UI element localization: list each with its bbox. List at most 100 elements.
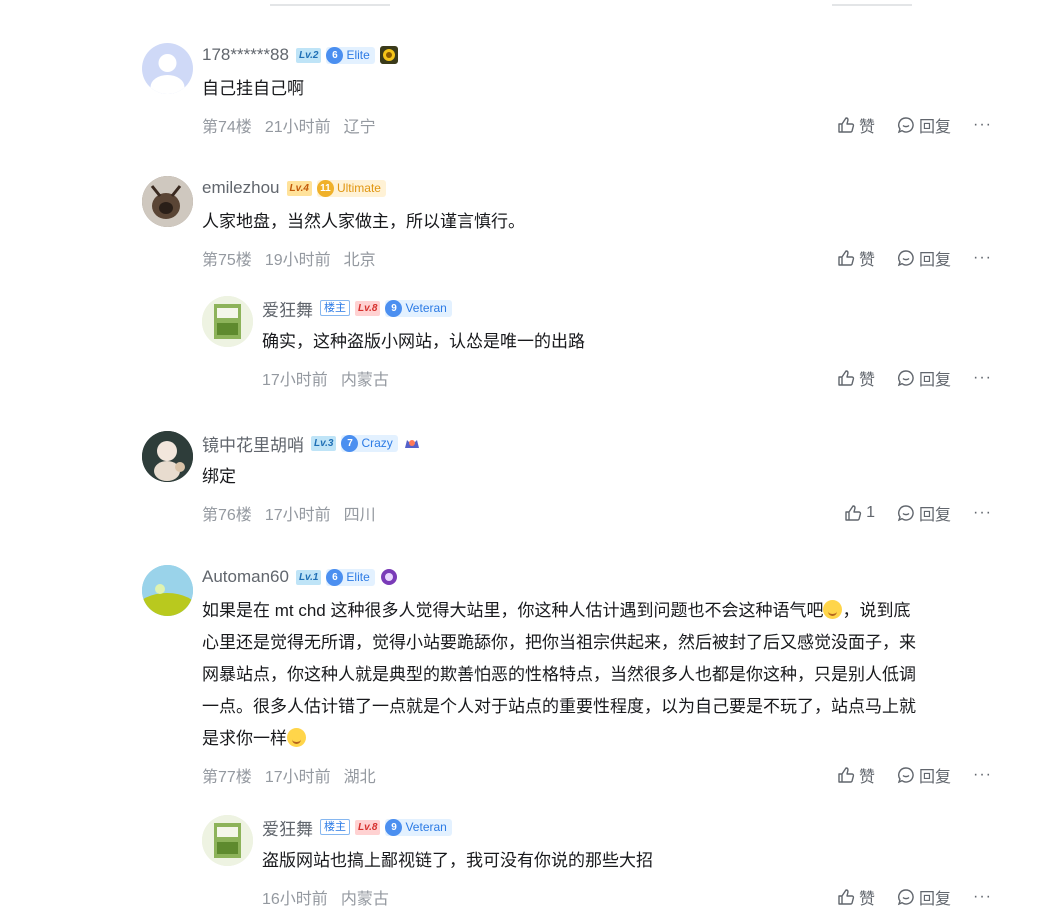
comment-time: 16小时前 (262, 891, 328, 908)
comment-time: 21小时前 (264, 119, 331, 136)
medal-number: 11 (316, 179, 334, 197)
like-label: 赞 (858, 891, 875, 908)
more-options-button[interactable]: ··· (973, 888, 992, 906)
op-badge: 楼主 (320, 819, 350, 835)
reply-label: 回复 (919, 507, 952, 524)
reply-text: 确实，这种盗版小网站，认怂是唯一的出路 (262, 332, 585, 351)
reply-label: 回复 (919, 252, 952, 269)
comment-time: 17小时前 (262, 372, 328, 389)
reply-item: 爱狂舞 楼主 Lv.8 9 Veteran 盗版网站也搞上鄙视链了，我可没有你说的… (202, 815, 1002, 909)
username[interactable]: 爱狂舞 (262, 296, 313, 321)
like-button[interactable]: 赞 (821, 246, 875, 270)
avatar[interactable] (142, 565, 193, 616)
medal-badge: 9 Veteran (385, 299, 452, 317)
reply-button[interactable]: 回复 (897, 885, 951, 909)
comment-bubble-icon (897, 888, 915, 906)
username[interactable]: emilezhou (202, 178, 280, 198)
medal-name: Crazy (361, 436, 393, 450)
reply-button[interactable]: 回复 (897, 763, 951, 787)
level-badge: Lv.8 (355, 819, 381, 835)
level-badge: Lv.4 (286, 180, 312, 196)
like-label: 赞 (858, 372, 875, 389)
sunflower-icon (379, 46, 398, 64)
comment-text: 人家地盘，当然人家做主，所以谨言慎行。 (202, 212, 525, 231)
comment-text: 如果是在 mt chd 这种很多人觉得大站里，你这种人估计遇到问题也不会这种语气… (202, 595, 1002, 755)
comment-text-line: 一点。很多人估计错了一点就是个人对于站点的重要性程度，以为自己要是不玩了，站点马… (202, 697, 916, 716)
comment-text: 自己挂自己啊 (202, 79, 304, 98)
comment-bubble-icon (897, 369, 915, 387)
comment-text: 绑定 (202, 467, 236, 486)
username[interactable]: Automan60 (202, 567, 289, 587)
like-button[interactable]: 1 (821, 504, 875, 522)
reply-label: 回复 (919, 119, 952, 136)
comment-header: 178******88 Lv.2 6 Elite (202, 43, 1002, 67)
reply-button[interactable]: 回复 (897, 501, 951, 525)
medal-badge: 11 Ultimate (316, 179, 386, 197)
more-options-button[interactable]: ··· (973, 766, 992, 784)
more-options-button[interactable]: ··· (973, 249, 992, 267)
thumbs-up-icon (837, 888, 855, 906)
floor-number: 第77楼 (202, 769, 252, 786)
medal-badge: 6 Elite (326, 568, 375, 586)
comment-text-line: 是求你一样 (202, 729, 287, 748)
reply-label: 回复 (919, 372, 952, 389)
floor-number: 第75楼 (202, 252, 252, 269)
avatar[interactable] (142, 43, 193, 94)
more-options-button[interactable]: ··· (973, 369, 992, 387)
thumbs-up-icon (837, 116, 855, 134)
avatar[interactable] (142, 431, 193, 482)
comment-text-line: 网暴站点，你这种人就是典型的欺善怕恶的性格特点，当然很多人也都是你这种，只是别人… (202, 665, 916, 684)
medal-number: 9 (385, 299, 403, 317)
avatar[interactable] (202, 296, 253, 347)
purple-badge-icon (380, 568, 398, 586)
username[interactable]: 镜中花里胡哨 (202, 431, 304, 456)
username[interactable]: 178******88 (202, 45, 289, 65)
comment-item: Automan60 Lv.1 6 Elite 如果是在 mt chd 这种很多人觉… (142, 565, 1002, 787)
comment-bubble-icon (897, 504, 915, 522)
previous-comment-remnant (270, 0, 390, 6)
ip-location: 四川 (343, 507, 376, 524)
medal-number: 7 (341, 434, 359, 452)
op-badge: 楼主 (320, 300, 350, 316)
more-options-button[interactable]: ··· (973, 116, 992, 134)
like-label: 赞 (858, 769, 875, 786)
medal-name: Veteran (405, 820, 447, 834)
reply-button[interactable]: 回复 (897, 246, 951, 270)
avatar[interactable] (202, 815, 253, 866)
ip-location: 辽宁 (343, 119, 376, 136)
crown-star-icon (403, 434, 421, 452)
comment-header: 镜中花里胡哨 Lv.3 7 Crazy (202, 431, 1002, 455)
comment-text-line: 如果是在 mt chd 这种很多人觉得大站里，你这种人估计遇到问题也不会这种语气… (202, 601, 824, 620)
medal-number: 9 (385, 818, 403, 836)
comment-bubble-icon (897, 116, 915, 134)
username[interactable]: 爱狂舞 (262, 815, 313, 840)
thumbs-up-icon (844, 504, 862, 522)
like-count: 1 (866, 504, 875, 521)
reply-button[interactable]: 回复 (897, 366, 951, 390)
like-button[interactable]: 赞 (821, 885, 875, 909)
level-badge: Lv.2 (295, 47, 322, 63)
reply-header: 爱狂舞 楼主 Lv.8 9 Veteran (262, 296, 1002, 320)
avatar[interactable] (142, 176, 193, 227)
ip-location: 内蒙古 (340, 891, 389, 908)
like-button[interactable]: 赞 (821, 113, 875, 137)
reply-button[interactable]: 回复 (897, 113, 951, 137)
like-button[interactable]: 赞 (821, 763, 875, 787)
comment-item: 镜中花里胡哨 Lv.3 7 Crazy 绑定 第76楼 17小时前 四川 1 回复… (142, 431, 1002, 525)
medal-name: Veteran (405, 301, 447, 315)
level-badge: Lv.1 (295, 569, 322, 585)
comment-item: emilezhou Lv.4 11 Ultimate 人家地盘，当然人家做主，所以… (142, 176, 1002, 270)
comment-time: 19小时前 (264, 252, 331, 269)
like-label: 赞 (858, 252, 875, 269)
comment-time: 17小时前 (264, 769, 331, 786)
comment-bubble-icon (897, 249, 915, 267)
more-options-button[interactable]: ··· (973, 504, 992, 522)
thumbs-up-icon (837, 249, 855, 267)
level-badge: Lv.3 (311, 435, 337, 451)
medal-badge: 9 Veteran (385, 818, 452, 836)
comment-item: 178******88 Lv.2 6 Elite 自己挂自己啊 第74楼 21小时… (142, 43, 1002, 137)
floor-number: 第74楼 (202, 119, 252, 136)
like-button[interactable]: 赞 (821, 366, 875, 390)
comment-time: 17小时前 (264, 507, 331, 524)
reply-header: 爱狂舞 楼主 Lv.8 9 Veteran (262, 815, 1002, 839)
